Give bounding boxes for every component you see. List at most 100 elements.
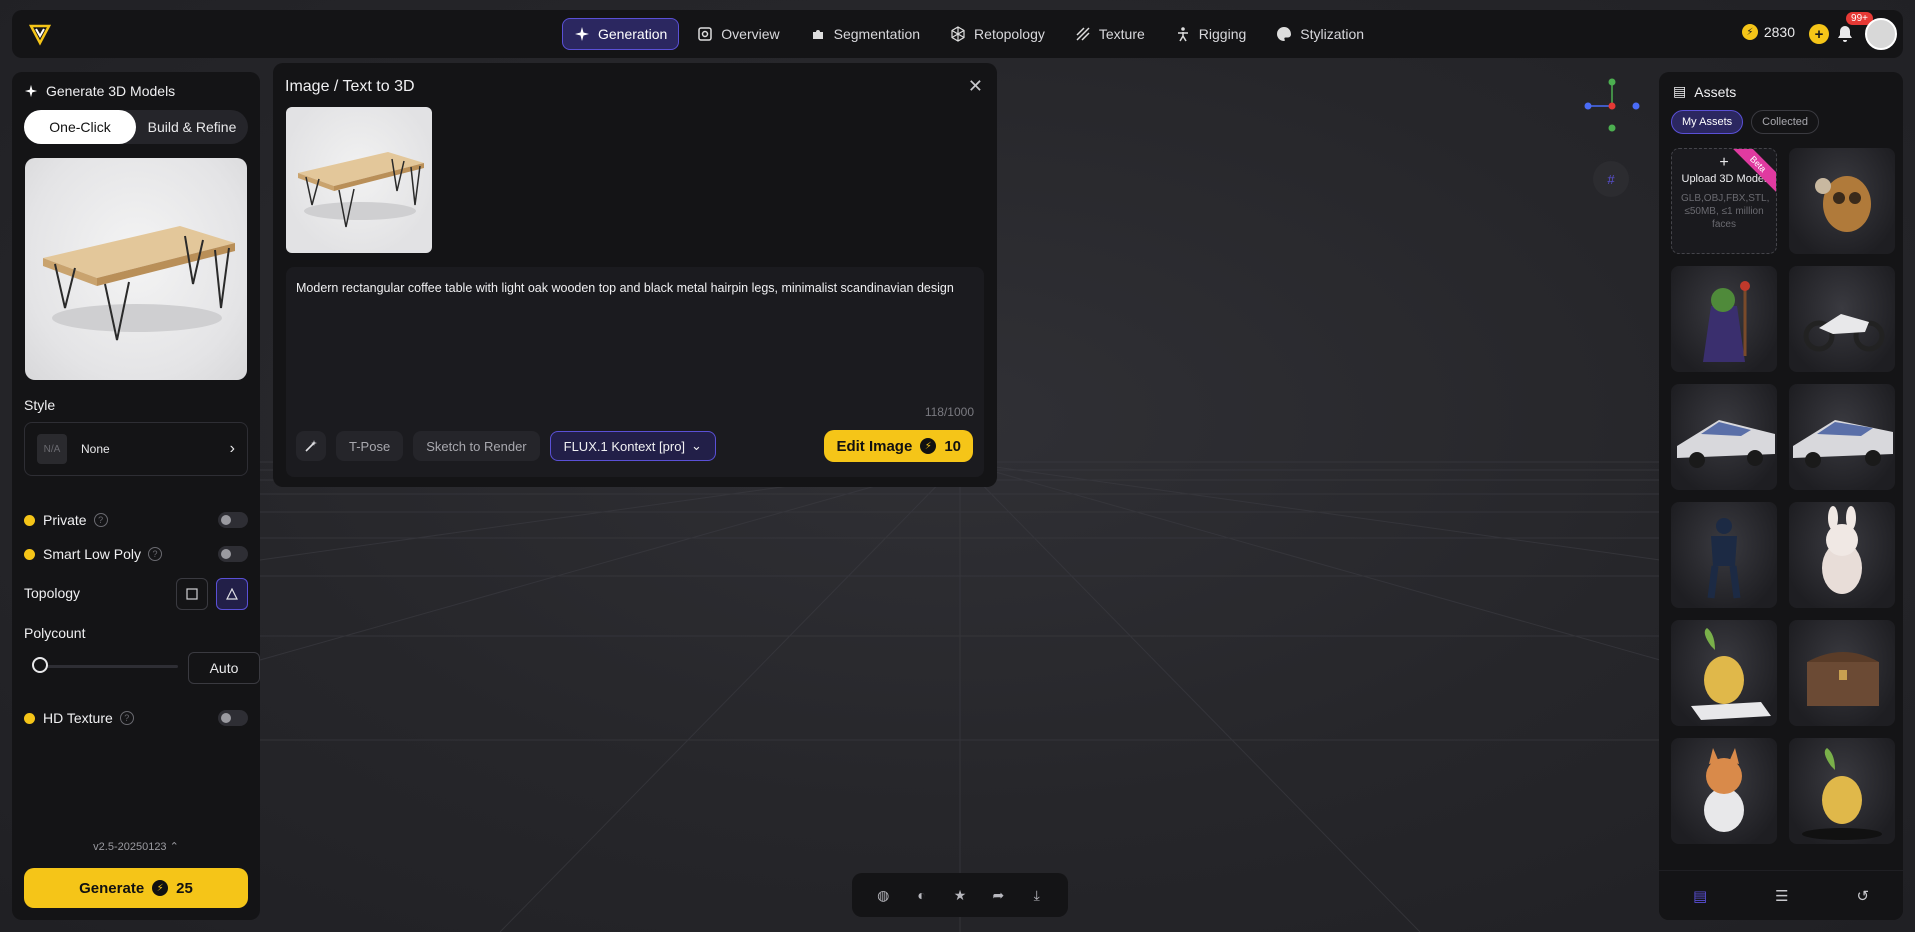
sketch-to-render-button[interactable]: Sketch to Render <box>413 431 540 461</box>
lighting-icon[interactable]: ◐ <box>912 887 932 903</box>
hd-texture-option: HD Texture ? <box>24 706 248 730</box>
asset-thumbnail[interactable] <box>1671 384 1777 490</box>
archive-icon: ▤ <box>1673 83 1687 99</box>
private-toggle[interactable] <box>218 512 248 528</box>
history-icon[interactable]: ↺ <box>1856 887 1869 905</box>
style-thumbnail: N/A <box>37 434 67 464</box>
armored-figure-icon <box>1707 518 1741 599</box>
help-icon[interactable]: ? <box>93 513 108 527</box>
upload-limits: GLB,OBJ,FBX,STL, ≤50MB, ≤1 million faces <box>1681 193 1770 230</box>
uploaded-image-thumbnail[interactable] <box>286 107 432 253</box>
asset-grid: Beta + Upload 3D Model GLB,OBJ,FBX,STL, … <box>1671 148 1895 844</box>
bell-icon[interactable] <box>1835 24 1855 44</box>
version-selector[interactable]: v2.5-20250123 ⌃ <box>12 840 260 853</box>
asset-thumbnail[interactable] <box>1789 384 1895 490</box>
avatar[interactable] <box>1865 18 1897 50</box>
style-selector[interactable]: N/A None › <box>24 422 248 476</box>
assets-title: ▤ Assets <box>1673 83 1736 100</box>
premium-icon <box>24 548 35 560</box>
magic-wand-button[interactable] <box>296 431 326 461</box>
archive-icon[interactable]: ▤ <box>1693 887 1707 905</box>
square-icon <box>186 588 198 600</box>
close-icon[interactable]: ✕ <box>968 76 983 97</box>
sparkle-icon <box>24 84 38 98</box>
app-logo[interactable] <box>28 22 52 46</box>
topology-quad-button[interactable] <box>176 578 208 610</box>
main-nav: Generation Overview Segmentation Retopol… <box>562 18 1376 50</box>
image-to-3d-dialog: Image / Text to 3D ✕ Modern rectangular … <box>273 63 997 487</box>
asset-thumbnail[interactable] <box>1671 266 1777 372</box>
tab-texture[interactable]: Texture <box>1063 18 1157 50</box>
buy-credits-button[interactable]: + <box>1809 24 1829 44</box>
tab-my-assets[interactable]: My Assets <box>1671 110 1744 134</box>
wizard-frog-icon <box>1703 281 1750 362</box>
upload-3d-model-card[interactable]: Beta + Upload 3D Model GLB,OBJ,FBX,STL, … <box>1671 148 1777 254</box>
credit-balance[interactable]: ⚡ 2830 <box>1741 24 1795 40</box>
share-icon[interactable]: ➦ <box>988 887 1008 904</box>
asset-thumbnail[interactable] <box>1671 620 1777 726</box>
polycount-slider-handle[interactable] <box>32 657 48 673</box>
help-icon[interactable]: ? <box>148 547 163 561</box>
treasure-chest-icon <box>1807 652 1879 706</box>
star-icon[interactable]: ★ <box>950 887 970 904</box>
tpose-button[interactable]: T-Pose <box>336 431 404 461</box>
edit-label: Edit Image <box>836 437 913 455</box>
mode-one-click[interactable]: One-Click <box>24 110 136 144</box>
asset-thumbnail[interactable] <box>1789 620 1895 726</box>
smart-low-poly-toggle[interactable] <box>218 546 248 562</box>
asset-thumbnail[interactable] <box>1789 502 1895 608</box>
hd-texture-toggle[interactable] <box>218 710 248 726</box>
topology-triangle-button[interactable] <box>216 578 248 610</box>
asset-thumbnail[interactable] <box>1789 148 1895 254</box>
style-value: None <box>81 442 110 456</box>
asset-thumbnail[interactable] <box>1671 502 1777 608</box>
cat-astronaut-icon <box>1704 748 1744 832</box>
assets-bottom-bar: ▤ ☰ ↺ <box>1659 870 1903 920</box>
assets-panel: ▤ Assets My Assets Collected Beta + Uplo… <box>1659 72 1903 920</box>
view-mode-icon[interactable]: ◍ <box>873 887 893 904</box>
asset-thumbnail[interactable] <box>1789 266 1895 372</box>
tab-collected[interactable]: Collected <box>1751 110 1819 134</box>
polycount-slider-track[interactable] <box>38 665 178 668</box>
tab-retopology[interactable]: Retopology <box>938 18 1057 50</box>
panel-title: Generate 3D Models <box>24 83 175 99</box>
model-select[interactable]: FLUX.1 Kontext [pro] ⌄ <box>549 431 716 461</box>
grid-toggle-button[interactable]: # <box>1593 161 1629 197</box>
dialog-title: Image / Text to 3D <box>285 78 415 95</box>
panel-title-text: Generate 3D Models <box>46 83 176 99</box>
top-bar: Generation Overview Segmentation Retopol… <box>12 10 1903 58</box>
smart-low-poly-label: Smart Low Poly <box>43 546 142 562</box>
tab-generation[interactable]: Generation <box>562 18 680 50</box>
viewport-toolbar: ◍ ◐ ★ ➦ ⤓ <box>852 873 1068 917</box>
tab-segmentation[interactable]: Segmentation <box>798 18 932 50</box>
premium-icon <box>24 514 35 526</box>
tab-rigging[interactable]: Rigging <box>1163 18 1258 50</box>
plus-icon: + <box>1719 154 1729 171</box>
model-label: FLUX.1 Kontext [pro] <box>563 438 686 454</box>
reference-image[interactable] <box>25 158 247 380</box>
download-icon[interactable]: ⤓ <box>1027 887 1047 904</box>
mesh-icon <box>951 26 965 42</box>
palette-icon <box>1277 27 1292 41</box>
chevron-up-icon: ⌃ <box>169 841 179 853</box>
axis-gizmo[interactable] <box>1582 76 1642 136</box>
layers-icon[interactable]: ☰ <box>1775 887 1788 905</box>
generate-button[interactable]: Generate ⚡ 25 <box>24 868 248 908</box>
prompt-textarea[interactable]: Modern rectangular coffee table with lig… <box>296 280 976 296</box>
tab-stylization[interactable]: Stylization <box>1264 18 1376 50</box>
asset-thumbnail[interactable] <box>1789 738 1895 844</box>
polycount-input[interactable]: Auto <box>188 652 260 684</box>
generate-cost: 25 <box>176 879 193 897</box>
tab-overview[interactable]: Overview <box>685 18 791 50</box>
edit-image-button[interactable]: Edit Image ⚡ 10 <box>824 430 973 462</box>
puzzle-icon <box>812 30 823 39</box>
asset-thumbnail[interactable] <box>1671 738 1777 844</box>
sparkle-icon <box>575 27 589 41</box>
help-icon[interactable]: ? <box>119 711 134 725</box>
mode-build-refine[interactable]: Build & Refine <box>136 110 248 144</box>
motorcycle-icon <box>1803 314 1885 352</box>
yellow-creature-icon <box>1802 748 1882 840</box>
cybertruck-icon <box>1793 420 1893 468</box>
coin-icon: ⚡ <box>1741 24 1758 40</box>
tab-label: Texture <box>1098 26 1145 42</box>
